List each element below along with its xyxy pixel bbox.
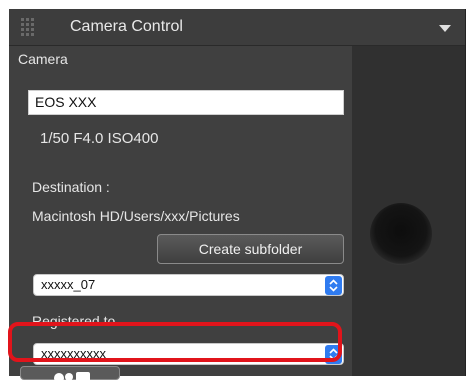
subfolder-select[interactable]: xxxxx_07 [33, 274, 344, 296]
control-dial[interactable] [370, 203, 432, 265]
create-subfolder-button[interactable]: Create subfolder [157, 234, 344, 264]
live-view-panel [352, 46, 465, 376]
subfolder-select-value: xxxxx_07 [41, 277, 96, 292]
destination-path: Macintosh HD/Users/xxx/Pictures [32, 208, 240, 224]
window-edge [465, 9, 466, 376]
collapse-triangle-icon[interactable] [439, 25, 451, 32]
window-title: Camera Control [70, 18, 183, 35]
camera-section-label: Camera [18, 51, 68, 67]
chevron-updown-icon [325, 276, 342, 295]
drag-grip-icon[interactable] [21, 18, 35, 36]
camera-gear-icon [54, 372, 90, 383]
window-titlebar: Camera Control [9, 9, 465, 46]
exposure-info: 1/50 F4.0 ISO400 [40, 130, 159, 147]
camera-settings-button[interactable] [20, 366, 120, 383]
highlight-outline [8, 322, 342, 362]
destination-label: Destination : [32, 179, 110, 195]
camera-model-field: EOS XXX [28, 90, 344, 115]
camera-control-window: Camera Control Camera EOS XXX 1/50 F4.0 … [9, 9, 465, 376]
